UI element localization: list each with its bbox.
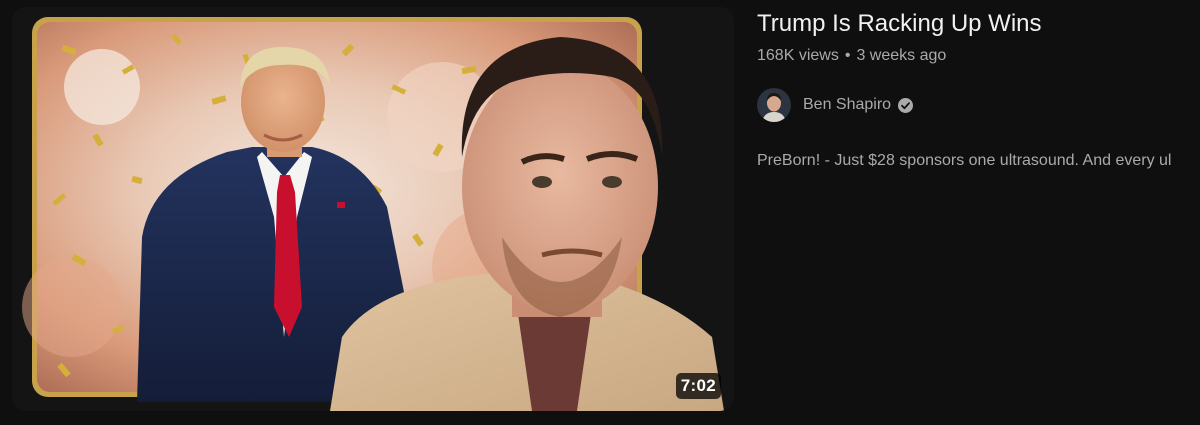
thumbnail-image [12,7,734,411]
verified-check-icon [897,97,914,114]
video-title[interactable]: Trump Is Racking Up Wins [757,8,1200,40]
video-result: 7:02 Trump Is Racking Up Wins 168K views… [0,0,1200,425]
video-metadata: Trump Is Racking Up Wins 168K views • 3 we… [757,8,1200,172]
channel-name[interactable]: Ben Shapiro [803,96,891,114]
video-stats: 168K views • 3 weeks ago [757,45,1200,67]
channel-avatar[interactable] [757,88,791,122]
stats-separator: • [844,47,851,64]
view-count: 168K views [757,47,839,64]
video-description-snippet: PreBorn! - Just $28 sponsors one ultraso… [757,152,1172,169]
duration-badge: 7:02 [675,373,721,399]
video-thumbnail[interactable]: 7:02 [12,7,734,411]
channel-row[interactable]: Ben Shapiro [757,87,1200,123]
upload-age: 3 weeks ago [856,47,947,64]
